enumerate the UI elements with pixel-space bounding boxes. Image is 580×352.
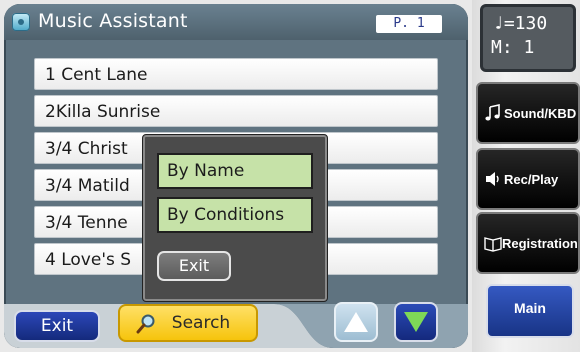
tempo-display: ♩=130 M: 1 xyxy=(480,4,576,72)
rec-play-label: Rec/Play xyxy=(504,172,559,187)
exit-button[interactable]: Exit xyxy=(14,310,100,342)
sound-kbd-label: Sound/KBD xyxy=(504,106,577,121)
song-row[interactable]: 2Killa Sunrise xyxy=(34,95,438,127)
tempo-readout: ♩=130 xyxy=(493,13,547,34)
app-title: Music Assistant xyxy=(38,10,188,32)
scroll-up-button[interactable] xyxy=(334,302,378,342)
popup-exit-button[interactable]: Exit xyxy=(157,251,231,281)
music-assistant-icon xyxy=(12,13,30,31)
title-bar: Music Assistant P. 1 xyxy=(4,4,468,40)
registration-button[interactable]: Registration xyxy=(476,212,580,274)
scroll-down-button[interactable] xyxy=(394,302,438,342)
registration-label: Registration xyxy=(502,236,578,251)
speaker-icon xyxy=(486,172,499,186)
search-popup: By Name By Conditions Exit xyxy=(142,134,328,302)
main-button[interactable]: Main xyxy=(486,284,574,338)
page-indicator: P. 1 xyxy=(376,15,442,33)
sound-kbd-button[interactable]: Sound/KBD xyxy=(476,82,580,144)
book-icon xyxy=(484,237,502,252)
music-note-icon xyxy=(485,104,500,121)
quarter-note-icon: ♩ xyxy=(493,13,504,34)
song-row[interactable]: 1 Cent Lane xyxy=(34,58,438,90)
measure-readout: M: 1 xyxy=(491,37,535,58)
triangle-down-icon xyxy=(404,312,428,332)
rec-play-button[interactable]: Rec/Play xyxy=(476,148,580,210)
triangle-up-icon xyxy=(344,312,368,332)
search-label: Search xyxy=(171,313,231,333)
by-name-option[interactable]: By Name xyxy=(157,153,313,189)
search-icon xyxy=(136,314,155,334)
right-panel: ♩=130 M: 1 Sound/KBD Rec/Play Registrati… xyxy=(472,0,580,352)
by-conditions-option[interactable]: By Conditions xyxy=(157,197,313,233)
tempo-value: =130 xyxy=(503,13,548,34)
search-button[interactable]: Search xyxy=(118,304,258,342)
